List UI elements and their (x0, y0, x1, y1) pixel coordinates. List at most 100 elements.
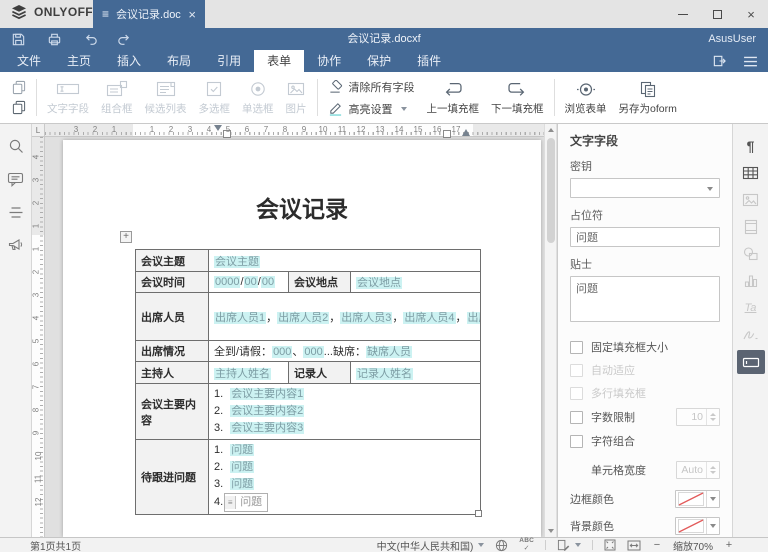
table-column-marker[interactable] (443, 130, 451, 138)
tab-protection[interactable]: 保护 (354, 50, 404, 72)
image-field-button[interactable]: 图片 (280, 75, 313, 120)
vertical-scrollbar[interactable] (544, 124, 556, 537)
language-selector[interactable]: 中文(中华人民共和国) (377, 538, 485, 552)
copy-icon[interactable] (12, 80, 26, 95)
form-text-field[interactable]: 会议主要内容2 (230, 405, 305, 417)
main-menu-icon[interactable] (743, 56, 758, 67)
table-settings-icon[interactable] (733, 159, 768, 186)
h-ruler[interactable]: 3 2 1 1 2 3 4 5 6 7 8 9 10 11 12 13 14 15 16 17 (45, 124, 544, 138)
form-text-field[interactable]: 主持人姓名 (214, 367, 271, 380)
print-button[interactable] (44, 30, 64, 48)
form-text-field[interactable]: 会议主题 (214, 255, 260, 268)
shape-settings-icon[interactable] (733, 240, 768, 267)
tip-textarea[interactable]: 问题 (570, 276, 720, 322)
comments-icon[interactable] (4, 169, 28, 189)
form-text-field[interactable]: 000 (272, 346, 293, 358)
table-move-handle[interactable]: + (120, 231, 132, 243)
scroll-up-button[interactable] (545, 124, 557, 136)
spellcheck-toggle[interactable]: ABC ✓ (519, 538, 534, 552)
form-text-field[interactable]: 00 (243, 276, 258, 288)
background-color-button[interactable] (675, 517, 720, 535)
highlight-settings-button[interactable]: 高亮设置 (328, 99, 415, 118)
track-changes-toggle[interactable] (557, 539, 581, 552)
page-indicator[interactable]: 第1页共1页 (30, 538, 81, 552)
header-footer-settings-icon[interactable] (733, 213, 768, 240)
zoom-out-button[interactable]: − (652, 539, 662, 551)
scroll-down-button[interactable] (545, 525, 557, 537)
signature-settings-icon[interactable] (733, 321, 768, 348)
maximize-button[interactable] (700, 0, 734, 28)
set-language-globe-icon[interactable] (495, 539, 508, 552)
form-text-field[interactable]: 出席人员4 (403, 311, 456, 324)
combo-box-button[interactable]: 组合框 (95, 75, 139, 120)
selected-form-field[interactable]: ≡ 问题 (224, 493, 269, 512)
navigation-icon[interactable] (4, 202, 28, 222)
next-field-button[interactable]: 下一填充框 (485, 75, 550, 120)
tab-plugins[interactable]: 插件 (404, 50, 454, 72)
spinner-arrows-icon[interactable] (706, 462, 719, 478)
v-ruler[interactable]: 4 3 2 1 1 2 3 4 5 6 7 8 9 10 11 12 (32, 137, 45, 537)
right-indent-marker[interactable] (462, 129, 470, 136)
tab-stop-selector[interactable]: L (32, 124, 45, 137)
form-text-field[interactable]: 问题 (230, 461, 255, 473)
border-color-button[interactable] (675, 490, 720, 508)
prev-field-button[interactable]: 上一填充框 (421, 75, 486, 120)
fixed-size-checkbox[interactable]: 固定填充框大小 (570, 339, 720, 355)
spinner-arrows-icon[interactable] (706, 409, 719, 425)
minimize-button[interactable] (666, 0, 700, 28)
save-as-oform-button[interactable]: 另存为oform (613, 75, 683, 120)
form-text-field[interactable]: 会议地点 (356, 277, 402, 289)
field-drag-handle[interactable]: ≡ (225, 496, 237, 509)
dropdown-list-button[interactable]: 候选列表 (139, 75, 193, 120)
document-page[interactable]: 会议记录 + 会议主题 会议主题 会议时间 0000/00/00 会议地点 会议… (63, 140, 541, 537)
tab-close-icon[interactable]: × (188, 7, 196, 22)
document-tab[interactable]: ≡ 会议记录.docxf × (93, 0, 205, 28)
form-text-field[interactable]: 出席人员1 (214, 311, 267, 324)
tab-layout[interactable]: 布局 (154, 50, 204, 72)
view-form-button[interactable]: 浏览表单 (559, 75, 613, 120)
placeholder-input[interactable] (570, 227, 720, 247)
checkbox-field-button[interactable]: 多选框 (193, 75, 237, 120)
zoom-level[interactable]: 缩放70% (673, 538, 713, 552)
tab-collaboration[interactable]: 协作 (304, 50, 354, 72)
image-settings-icon[interactable] (733, 186, 768, 213)
form-text-field[interactable]: 问题 (230, 444, 255, 456)
text-field-button[interactable]: 文字字段 (41, 75, 95, 120)
clear-all-fields-button[interactable]: 清除所有字段 (328, 77, 415, 96)
scrollbar-thumb[interactable] (547, 138, 555, 243)
open-file-location-button[interactable] (712, 54, 727, 68)
char-limit-spinner[interactable]: 10 (676, 408, 720, 426)
comb-checkbox[interactable]: 字符组合 (570, 433, 720, 449)
fit-page-button[interactable] (604, 539, 616, 551)
form-text-field[interactable]: 00 (260, 276, 276, 288)
paragraph-settings-icon[interactable]: ¶ (733, 132, 768, 159)
char-limit-checkbox[interactable]: 字数限制 (570, 409, 635, 425)
tab-file[interactable]: 文件 (4, 50, 54, 72)
form-text-field[interactable]: 问题 (230, 478, 255, 490)
tab-insert[interactable]: 插入 (104, 50, 154, 72)
chart-settings-icon[interactable] (733, 267, 768, 294)
paste-icon[interactable] (12, 100, 26, 115)
redo-button[interactable] (114, 30, 134, 48)
form-text-field[interactable]: 0000 (214, 276, 241, 288)
save-button[interactable] (8, 30, 28, 48)
form-text-field[interactable]: 记录人姓名 (356, 367, 413, 380)
zoom-in-button[interactable]: + (724, 539, 734, 551)
multiline-checkbox[interactable]: 多行填充框 (570, 385, 720, 401)
form-text-field[interactable]: 缺席人员 (365, 346, 412, 358)
form-text-field[interactable]: 000 (303, 346, 324, 358)
form-text-field[interactable]: 会议主要内容1 (230, 388, 305, 400)
autofit-checkbox[interactable]: 自动适应 (570, 362, 720, 378)
search-icon[interactable] (4, 136, 28, 156)
tab-forms[interactable]: 表单 (254, 50, 305, 72)
close-button[interactable]: × (734, 0, 768, 28)
form-text-field[interactable]: 出席人员5 (466, 311, 480, 324)
tab-references[interactable]: 引用 (204, 50, 254, 72)
tab-menu-icon[interactable]: ≡ (102, 8, 109, 20)
tab-home[interactable]: 主页 (54, 50, 104, 72)
form-text-field[interactable]: 会议主要内容3 (230, 422, 305, 434)
feedback-icon[interactable] (4, 235, 28, 255)
form-settings-icon[interactable] (736, 350, 765, 374)
first-line-indent-marker[interactable] (214, 125, 222, 131)
fit-width-button[interactable] (627, 540, 641, 551)
